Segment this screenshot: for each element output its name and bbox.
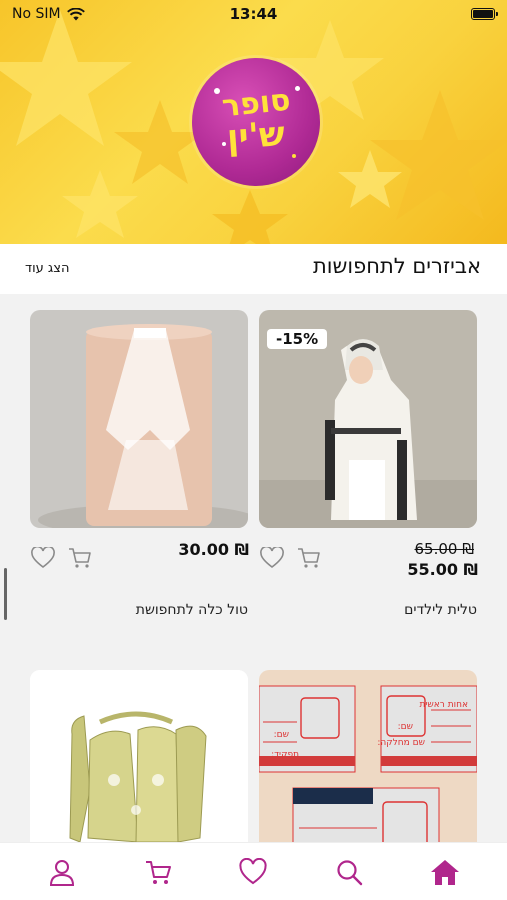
badge-field-1: אחות ראשית — [419, 700, 468, 710]
profile-icon — [49, 859, 74, 886]
badge-field-2: שם: — [397, 722, 413, 732]
product-image-tallit[interactable]: -15% — [259, 310, 477, 528]
store-logo: סופר ש'ין — [192, 58, 320, 186]
product-image-crown[interactable] — [30, 670, 248, 842]
badge-field-5: תפקיד: — [271, 750, 299, 760]
wifi-icon — [66, 7, 85, 20]
main-content[interactable]: אביזרים לתחפושות הצג עוד -15% ₪ 65.00 ₪ … — [0, 244, 507, 842]
status-bar: No SIM 13:44 — [0, 0, 507, 28]
badge-field-4: שם: — [273, 730, 289, 740]
old-price: ₪ 65.00 — [414, 540, 474, 558]
carrier-label: No SIM — [12, 6, 61, 22]
discount-badge: -15% — [267, 329, 328, 349]
product-name[interactable]: טול כלה לתחפושת — [136, 602, 248, 618]
store-banner: סופר ש'ין — [0, 0, 507, 244]
cart-icon — [298, 548, 320, 568]
product-image-veil[interactable] — [30, 310, 248, 528]
add-to-cart-button[interactable] — [296, 546, 322, 570]
section-title: אביזרים לתחפושות — [313, 254, 481, 278]
current-price: ₪ 30.00 — [178, 540, 249, 559]
section-header: אביזרים לתחפושות הצג עוד — [0, 244, 507, 294]
tab-home[interactable] — [425, 852, 465, 892]
heart-icon — [260, 547, 284, 569]
veil-photo — [30, 310, 248, 528]
wishlist-button[interactable] — [259, 546, 285, 570]
product-name[interactable]: טלית לילדים — [404, 602, 477, 618]
logo-text-bottom: ש'ין — [225, 114, 287, 159]
tab-search[interactable] — [329, 852, 369, 892]
cart-icon — [145, 860, 171, 884]
battery-icon — [471, 8, 498, 20]
bottom-tab-bar — [0, 842, 507, 900]
heart-icon — [239, 857, 268, 884]
heart-icon — [31, 547, 55, 569]
cart-icon — [69, 548, 91, 568]
show-more-link[interactable]: הצג עוד — [25, 261, 69, 276]
crown-photo — [30, 670, 248, 842]
add-to-cart-button[interactable] — [67, 546, 93, 570]
status-left: No SIM — [12, 6, 85, 22]
tab-profile[interactable] — [42, 852, 82, 892]
tab-cart[interactable] — [138, 852, 178, 892]
home-icon — [431, 859, 460, 885]
badge-field-3: שם מחלקה: — [377, 738, 425, 748]
current-price: ₪ 55.00 — [407, 560, 478, 579]
search-icon — [337, 859, 363, 885]
product-image-badges[interactable]: אחות ראשית שם: שם מחלקה: שם: תפקיד: — [259, 670, 477, 842]
wishlist-button[interactable] — [30, 546, 56, 570]
scroll-indicator — [4, 568, 7, 620]
tab-favorites[interactable] — [233, 852, 273, 892]
